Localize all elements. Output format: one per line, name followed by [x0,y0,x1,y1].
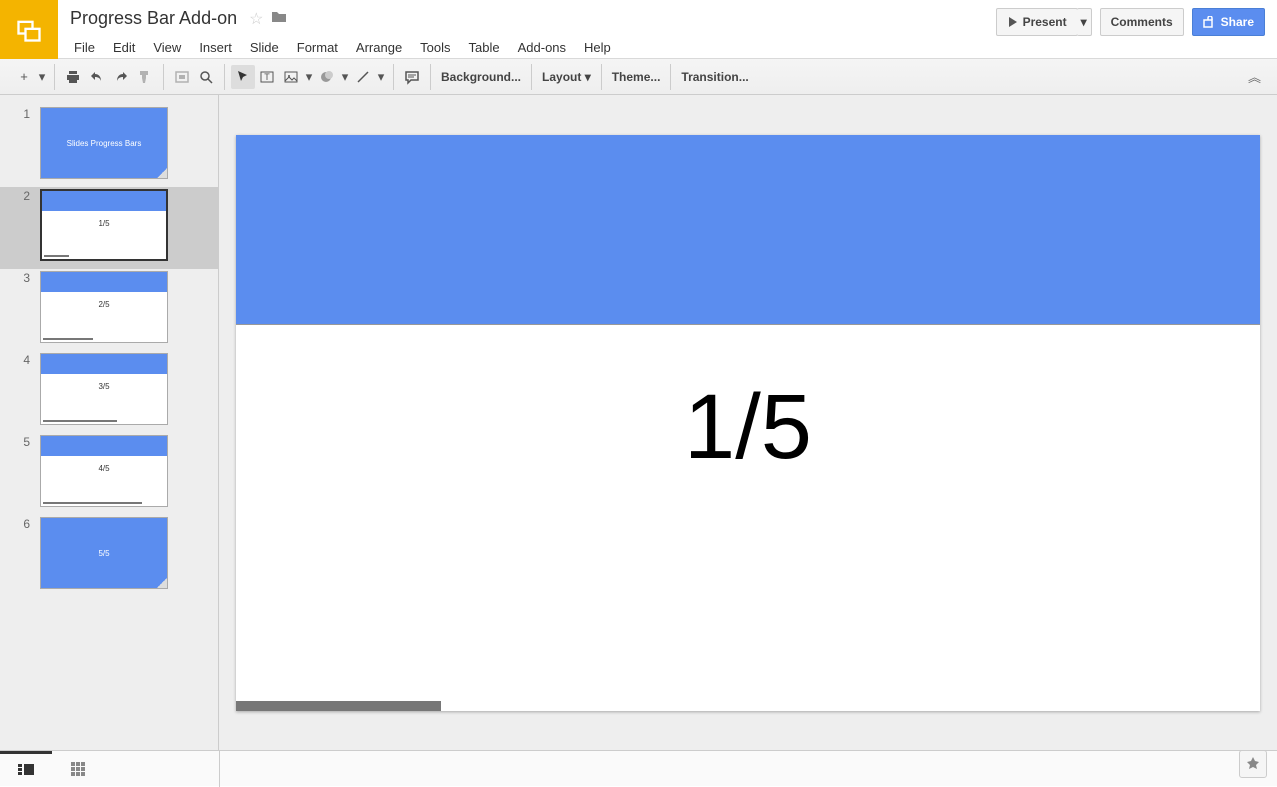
svg-text:T: T [264,72,270,82]
thumbnail-text: 4/5 [41,464,167,473]
comment-icon[interactable] [400,65,424,89]
menu-edit[interactable]: Edit [105,37,143,58]
menu-tools[interactable]: Tools [412,37,458,58]
menu-insert[interactable]: Insert [191,37,240,58]
slide-thumbnail[interactable]: 4 3/5 [0,351,218,433]
present-label: Present [1023,15,1067,29]
slide-thumbnail[interactable]: 65/5 [0,515,218,597]
star-icon[interactable]: ☆ [249,9,263,29]
menu-file[interactable]: File [66,37,103,58]
current-slide[interactable]: 1/5 [236,135,1260,711]
thumbnail-content: Slides Progress Bars [41,108,167,178]
background-button[interactable]: Background... [431,64,532,90]
shape-icon[interactable] [315,65,339,89]
toolbar: + ▾ T ▾ ▾ ▾ Background... Layout ▾ Theme… [0,59,1277,95]
redo-icon[interactable] [109,65,133,89]
menu-arrange[interactable]: Arrange [348,37,410,58]
thumbnail-number: 3 [14,271,40,285]
new-slide-button[interactable]: + [12,65,36,89]
line-dropdown[interactable]: ▾ [375,65,387,89]
page-curl-icon [157,578,167,588]
menu-bar: File Edit View Insert Slide Format Arran… [66,37,996,58]
present-button[interactable]: Present [996,8,1078,36]
present-dropdown[interactable]: ▾ [1077,8,1092,36]
thumbnail-band [41,272,167,292]
zoom-icon[interactable] [194,65,218,89]
slide-progress-bar [236,701,441,711]
paint-format-icon[interactable] [133,65,157,89]
thumbnail-text: 2/5 [41,300,167,309]
menu-format[interactable]: Format [289,37,346,58]
slide-header-band [236,135,1260,325]
canvas-area[interactable]: 1/5 [219,95,1277,750]
thumbnail-progress [44,255,69,257]
title-area: Progress Bar Add-on ☆ File Edit View Ins… [58,0,996,58]
thumbnail-progress [43,420,117,422]
thumbnail-preview[interactable]: 4/5 [40,435,168,507]
menu-table[interactable]: Table [461,37,508,58]
workspace: 1Slides Progress Bars21/532/543/554/565/… [0,95,1277,750]
document-title[interactable]: Progress Bar Add-on [66,6,241,31]
undo-icon[interactable] [85,65,109,89]
select-tool-icon[interactable] [231,65,255,89]
header: Progress Bar Add-on ☆ File Edit View Ins… [0,0,1277,59]
zoom-fit-icon[interactable] [170,65,194,89]
new-slide-dropdown[interactable]: ▾ [36,65,48,89]
page-curl-icon [157,168,167,178]
thumbnail-content: 5/5 [41,518,167,588]
layout-button[interactable]: Layout ▾ [532,64,602,90]
share-button[interactable]: Share [1192,8,1265,36]
app-logo[interactable] [0,0,58,59]
header-buttons: Present ▾ Comments Share [996,0,1277,36]
thumbnail-preview[interactable]: 1/5 [40,189,168,261]
slide-thumbnail[interactable]: 5 4/5 [0,433,218,515]
slide-body-text[interactable]: 1/5 [236,375,1260,480]
thumbnail-number: 2 [14,189,40,203]
thumbnail-number: 1 [14,107,40,121]
grid-view-icon[interactable] [52,751,104,787]
thumbnail-progress [43,502,142,504]
slide-thumbnail[interactable]: 2 1/5 [0,187,218,269]
thumbnail-number: 6 [14,517,40,531]
menu-slide[interactable]: Slide [242,37,287,58]
transition-button[interactable]: Transition... [671,64,758,90]
explore-button[interactable] [1239,750,1267,778]
slide-thumbnail[interactable]: 1Slides Progress Bars [0,105,218,187]
menu-help[interactable]: Help [576,37,619,58]
slide-panel[interactable]: 1Slides Progress Bars21/532/543/554/565/… [0,95,219,750]
line-icon[interactable] [351,65,375,89]
menu-view[interactable]: View [145,37,189,58]
thumbnail-band [41,436,167,456]
thumbnail-progress [43,338,93,340]
collapse-toolbar-icon[interactable]: ︽ [1248,67,1271,86]
image-icon[interactable] [279,65,303,89]
footer [0,750,1277,786]
layout-label: Layout [542,70,581,84]
filmstrip-view-icon[interactable] [0,751,52,787]
thumbnail-preview[interactable]: 2/5 [40,271,168,343]
thumbnail-band [41,354,167,374]
slide-thumbnail[interactable]: 3 2/5 [0,269,218,351]
footer-divider [219,751,220,787]
image-dropdown[interactable]: ▾ [303,65,315,89]
thumbnail-text: 3/5 [41,382,167,391]
print-icon[interactable] [61,65,85,89]
thumbnail-preview[interactable]: Slides Progress Bars [40,107,168,179]
comments-label: Comments [1111,15,1173,29]
thumbnail-preview[interactable]: 5/5 [40,517,168,589]
theme-button[interactable]: Theme... [602,64,672,90]
thumbnail-text: 1/5 [42,219,166,228]
folder-icon[interactable] [271,10,287,27]
thumbnail-band [42,191,166,211]
share-label: Share [1221,15,1254,29]
thumbnail-number: 4 [14,353,40,367]
thumbnail-number: 5 [14,435,40,449]
shape-dropdown[interactable]: ▾ [339,65,351,89]
menu-addons[interactable]: Add-ons [510,37,574,58]
textbox-icon[interactable]: T [255,65,279,89]
comments-button[interactable]: Comments [1100,8,1184,36]
thumbnail-preview[interactable]: 3/5 [40,353,168,425]
